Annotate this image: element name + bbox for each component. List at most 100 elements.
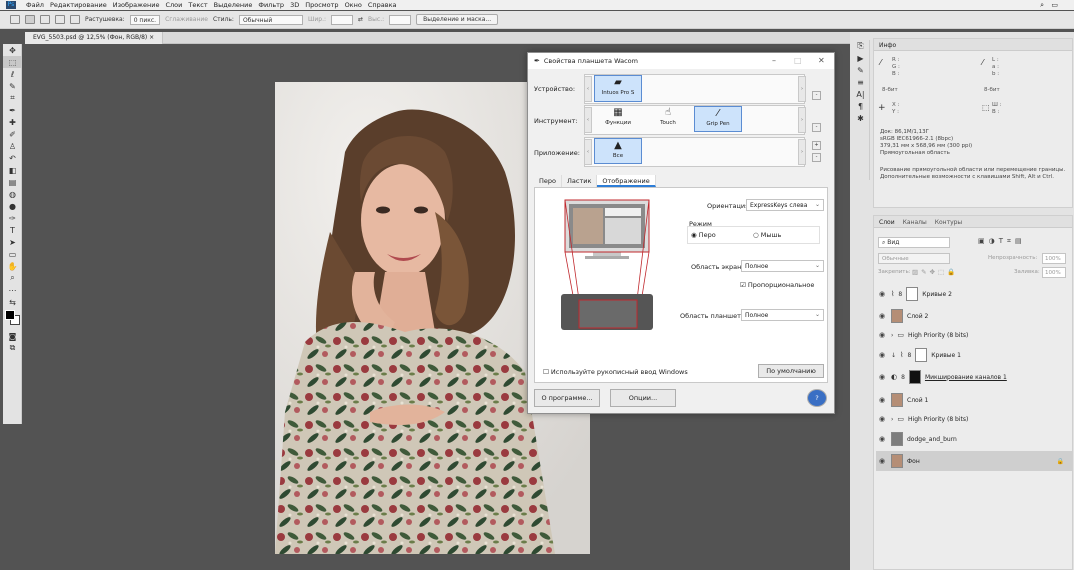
visibility-eye-icon[interactable]: ◉ [879, 396, 887, 404]
screen-area-select[interactable]: Полное ⌄ [741, 260, 824, 272]
layer-row-selected[interactable]: ◉ Фон 🔒 [876, 451, 1072, 471]
opacity-input[interactable]: 100% [1042, 253, 1066, 264]
swap-icon[interactable]: ⇄ [358, 16, 363, 23]
expand-chevron-icon[interactable]: › [891, 416, 893, 423]
menu-edit[interactable]: Редактирование [50, 1, 107, 9]
tab-channels[interactable]: Каналы [903, 219, 927, 226]
add-selection-icon[interactable] [40, 15, 50, 24]
device-scroll-left[interactable]: ‹ [584, 76, 592, 102]
tool-remove-button[interactable]: - [812, 123, 821, 132]
default-button[interactable]: По умолчанию [758, 364, 824, 378]
device-intuos-pro-s[interactable]: ▰ Intuos Pro S [594, 75, 642, 102]
visibility-eye-icon[interactable]: ◉ [879, 373, 887, 381]
mode-pen-radio[interactable]: ◉ Перо [691, 231, 716, 239]
expand-chevron-icon[interactable]: › [891, 332, 893, 339]
dodge-tool-icon[interactable]: ● [3, 200, 22, 212]
rectangle-tool-icon[interactable]: ▭ [3, 248, 22, 260]
tablet-area-select[interactable]: Полное ⌄ [741, 309, 824, 321]
intersect-selection-icon[interactable] [70, 15, 80, 24]
tool-functions[interactable]: ▦ Функции [594, 106, 642, 132]
menu-image[interactable]: Изображение [113, 1, 160, 9]
tool-touch[interactable]: ☝ Touch [644, 106, 692, 132]
blur-tool-icon[interactable]: ◍ [3, 188, 22, 200]
device-scroll-right[interactable]: › [798, 76, 806, 102]
help-button[interactable]: ? [807, 389, 827, 407]
height-input[interactable] [389, 14, 412, 25]
about-button[interactable]: О программе... [534, 389, 600, 407]
menu-help[interactable]: Справка [368, 1, 397, 9]
hand-tool-icon[interactable]: ✋ [3, 260, 22, 272]
minimize-icon[interactable]: – [772, 56, 776, 65]
layer-group-row[interactable]: ◉ › ▭ High Priority (8 bits) [876, 327, 1072, 343]
zoom-tool-icon[interactable]: ⌕ [3, 272, 22, 284]
visibility-eye-icon[interactable]: ◉ [879, 290, 887, 298]
tab-layers[interactable]: Слои [879, 219, 895, 226]
workspace-icon[interactable]: ▭ [1051, 1, 1058, 9]
menu-view[interactable]: Просмотр [305, 1, 338, 9]
visibility-eye-icon[interactable]: ◉ [879, 435, 887, 443]
layer-row[interactable]: ◉ ↓ ⌇ 8 Кривые 1 [876, 345, 1072, 365]
device-remove-button[interactable]: - [812, 91, 821, 100]
eyedropper-tool-icon[interactable]: ✒ [3, 104, 22, 116]
fill-input[interactable]: 100% [1042, 267, 1066, 278]
foreground-color-swatch[interactable] [5, 310, 15, 320]
visibility-eye-icon[interactable]: ◉ [879, 331, 887, 339]
document-tab[interactable]: EVG_5503.psd @ 12,5% (Фон, RGB/8) × [25, 32, 164, 44]
menu-file[interactable]: Файл [26, 1, 44, 9]
tool-grip-pen[interactable]: ⁄ Grip Pen [694, 106, 742, 132]
eraser-tool-icon[interactable]: ◧ [3, 164, 22, 176]
layer-row[interactable]: ◉ Слой 2 [876, 306, 1072, 326]
mode-mouse-radio[interactable]: ○ Мышь [753, 231, 781, 239]
glyphs-panel-icon[interactable]: ✱ [852, 112, 869, 124]
tab-paths[interactable]: Контуры [935, 219, 962, 226]
visibility-eye-icon[interactable]: ◉ [879, 415, 887, 423]
application-all[interactable]: ▲ Все [594, 138, 642, 164]
tab-eraser[interactable]: Ластик [562, 175, 598, 187]
quick-mask-icon[interactable]: ◙ [3, 330, 22, 342]
menu-layers[interactable]: Слои [165, 1, 182, 9]
app-add-button[interactable]: + [812, 141, 821, 150]
marquee-tool-icon[interactable]: ⬚ [3, 56, 22, 68]
menu-filter[interactable]: Фильтр [258, 1, 284, 9]
clone-stamp-tool-icon[interactable]: ♙ [3, 140, 22, 152]
path-select-tool-icon[interactable]: ➤ [3, 236, 22, 248]
subtract-selection-icon[interactable] [55, 15, 65, 24]
layer-filter-select[interactable]: ⌕ Вид [878, 237, 950, 248]
new-selection-icon[interactable] [25, 15, 35, 24]
antialias-checkbox[interactable]: Сглаживание [165, 16, 208, 23]
tool-scroll-right[interactable]: › [798, 107, 806, 133]
blend-mode-select[interactable]: Обычные [878, 253, 950, 264]
brush-tool-icon[interactable]: ✐ [3, 128, 22, 140]
select-and-mask-button[interactable]: Выделение и маска... [416, 14, 499, 25]
options-button[interactable]: Опции... [610, 389, 676, 407]
history-brush-tool-icon[interactable]: ↶ [3, 152, 22, 164]
close-icon[interactable]: ✕ [818, 56, 825, 65]
app-scroll-left[interactable]: ‹ [584, 139, 592, 165]
style-select[interactable]: Обычный [238, 14, 303, 25]
feather-input[interactable]: 0 пикс. [129, 14, 161, 25]
windows-ink-checkbox[interactable]: ☐ Используйте рукописный ввод Windows [543, 368, 688, 376]
swap-colors-icon[interactable]: ⇆ [3, 296, 22, 308]
visibility-eye-icon[interactable]: ◉ [879, 312, 887, 320]
visibility-eye-icon[interactable]: ◉ [879, 457, 887, 465]
marquee-tool-preset-icon[interactable] [10, 15, 20, 24]
app-remove-button[interactable]: - [812, 153, 821, 162]
crop-tool-icon[interactable]: ⌗ [3, 92, 22, 104]
orientation-select[interactable]: ExpressKeys слева ⌄ [746, 199, 824, 211]
tab-pen[interactable]: Перо [534, 175, 562, 187]
menu-text[interactable]: Текст [188, 1, 207, 9]
proportional-checkbox[interactable]: ☑ Пропорциональное [740, 281, 814, 289]
tab-info[interactable]: Инфо [879, 42, 896, 49]
layer-row[interactable]: ◉ ◐ 8 Микширование каналов 1 [876, 367, 1072, 387]
brush-settings-icon[interactable]: ✎ [852, 64, 869, 76]
paragraph-panel-icon[interactable]: ¶ [852, 100, 869, 112]
menu-3d[interactable]: 3D [290, 1, 299, 9]
tool-scroll-left[interactable]: ‹ [584, 107, 592, 133]
layer-filter-icons[interactable]: ▣◑T⌗▤ [978, 237, 1026, 246]
menu-select[interactable]: Выделение [214, 1, 253, 9]
layer-row[interactable]: ◉ Слой 1 [876, 390, 1072, 410]
character-panel-icon[interactable]: A| [852, 88, 869, 100]
gradient-tool-icon[interactable]: ▤ [3, 176, 22, 188]
search-icon[interactable]: ⌕ [1040, 1, 1044, 10]
adjustments-icon[interactable]: ≡ [852, 76, 869, 88]
